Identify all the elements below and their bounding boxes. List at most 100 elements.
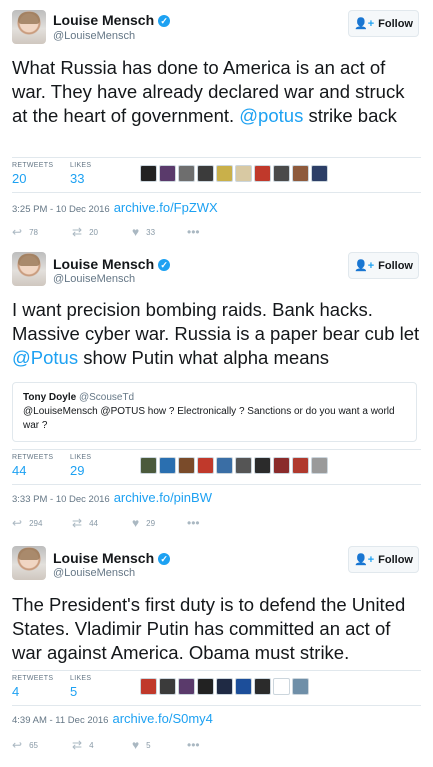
follow-user-icon: 👤+	[354, 260, 375, 272]
like-button[interactable]: ♥ 29	[132, 516, 155, 530]
liker-avatar[interactable]	[140, 457, 157, 474]
mention-link[interactable]: @Potus	[12, 347, 78, 368]
retweet-icon: ⇄	[72, 516, 83, 530]
reply-button[interactable]: ↩ 294	[12, 516, 42, 530]
more-button[interactable]: •••	[187, 225, 200, 239]
liker-avatar[interactable]	[159, 165, 176, 182]
avatar[interactable]	[12, 10, 46, 44]
avatar[interactable]	[12, 252, 46, 286]
verified-icon: ✓	[158, 259, 171, 271]
liker-avatar[interactable]	[273, 165, 290, 182]
liker-avatar[interactable]	[178, 165, 195, 182]
liker-avatar[interactable]	[216, 678, 233, 695]
more-button[interactable]: •••	[187, 516, 200, 530]
liker-avatar[interactable]	[197, 165, 214, 182]
liker-avatars	[140, 678, 309, 698]
liker-avatars	[140, 457, 328, 477]
retweet-button[interactable]: ⇄ 20	[72, 225, 98, 239]
author-name[interactable]: Louise Mensch ✓	[53, 12, 171, 28]
liker-avatar[interactable]	[159, 457, 176, 474]
archive-link[interactable]: archive.fo/pinBW	[114, 490, 212, 505]
liker-avatar[interactable]	[311, 165, 328, 182]
liker-avatar[interactable]	[178, 678, 195, 695]
tweet-actions: ↩ 294 ⇄ 44 ♥ 29 •••	[12, 516, 272, 530]
follow-button[interactable]: 👤+ Follow	[348, 10, 419, 37]
follow-user-icon: 👤+	[354, 18, 375, 30]
liker-avatar[interactable]	[235, 678, 252, 695]
reply-button[interactable]: ↩ 78	[12, 225, 38, 239]
author-handle[interactable]: @LouiseMensch	[53, 30, 135, 42]
heart-icon: ♥	[132, 225, 140, 239]
liker-avatar[interactable]	[292, 457, 309, 474]
retweet-count[interactable]: RETWEETS 44	[12, 454, 53, 478]
liker-avatar[interactable]	[273, 678, 290, 695]
liker-avatar[interactable]	[159, 678, 176, 695]
quoted-tweet-text: @LouiseMensch @POTUS how ? Electronicall…	[23, 406, 395, 431]
verified-icon: ✓	[158, 553, 171, 565]
retweet-button[interactable]: ⇄ 4	[72, 738, 94, 752]
tweet-text: I want precision bombing raids. Bank hac…	[12, 299, 420, 368]
tweet-actions: ↩ 78 ⇄ 20 ♥ 33 •••	[12, 225, 272, 239]
liker-avatar[interactable]	[311, 457, 328, 474]
like-count[interactable]: LIKES 5	[70, 675, 91, 699]
liker-avatar[interactable]	[254, 165, 271, 182]
reply-icon: ↩	[12, 738, 23, 752]
heart-icon: ♥	[132, 738, 140, 752]
liker-avatar[interactable]	[292, 678, 309, 695]
more-button[interactable]: •••	[187, 738, 200, 752]
reply-icon: ↩	[12, 516, 23, 530]
verified-icon: ✓	[158, 15, 171, 27]
liker-avatars	[140, 165, 328, 185]
timestamp[interactable]: 4:39 AM - 11 Dec 2016 archive.fo/S0my4	[12, 711, 213, 726]
avatar[interactable]	[12, 546, 46, 580]
author-name[interactable]: Louise Mensch ✓	[53, 550, 171, 566]
liker-avatar[interactable]	[292, 165, 309, 182]
author-handle[interactable]: @LouiseMensch	[53, 273, 135, 285]
tweet-actions: ↩ 65 ⇄ 4 ♥ 5 •••	[12, 738, 272, 752]
follow-user-icon: 👤+	[354, 554, 375, 566]
liker-avatar[interactable]	[254, 457, 271, 474]
more-icon: •••	[187, 225, 200, 239]
engagement-stats: RETWEETS 20 LIKES 33	[12, 157, 421, 193]
like-button[interactable]: ♥ 33	[132, 225, 155, 239]
liker-avatar[interactable]	[197, 678, 214, 695]
liker-avatar[interactable]	[235, 165, 252, 182]
reply-icon: ↩	[12, 225, 23, 239]
tweet-text: What Russia has done to America is an ac…	[12, 57, 405, 126]
author-handle[interactable]: @LouiseMensch	[53, 567, 135, 579]
reply-button[interactable]: ↩ 65	[12, 738, 38, 752]
liker-avatar[interactable]	[140, 678, 157, 695]
more-icon: •••	[187, 738, 200, 752]
timestamp[interactable]: 3:33 PM - 10 Dec 2016 archive.fo/pinBW	[12, 490, 212, 505]
archive-link[interactable]: archive.fo/FpZWX	[114, 200, 218, 215]
liker-avatar[interactable]	[273, 457, 290, 474]
archive-link[interactable]: archive.fo/S0my4	[112, 711, 212, 726]
liker-avatar[interactable]	[254, 678, 271, 695]
retweet-count[interactable]: RETWEETS 4	[12, 675, 53, 699]
liker-avatar[interactable]	[140, 165, 157, 182]
engagement-stats: RETWEETS 44 LIKES 29	[12, 449, 421, 485]
liker-avatar[interactable]	[197, 457, 214, 474]
quoted-tweet[interactable]: Tony Doyle @ScouseTd @LouiseMensch @POTU…	[12, 382, 417, 442]
follow-button[interactable]: 👤+ Follow	[348, 252, 419, 279]
like-count[interactable]: LIKES 33	[70, 162, 91, 186]
follow-button[interactable]: 👤+ Follow	[348, 546, 419, 573]
like-count[interactable]: LIKES 29	[70, 454, 91, 478]
like-button[interactable]: ♥ 5	[132, 738, 151, 752]
tweet-text: The President's first duty is to defend …	[12, 594, 406, 663]
liker-avatar[interactable]	[216, 457, 233, 474]
retweet-count[interactable]: RETWEETS 20	[12, 162, 53, 186]
liker-avatar[interactable]	[178, 457, 195, 474]
engagement-stats: RETWEETS 4 LIKES 5	[12, 670, 421, 706]
quoted-author-name: Tony Doyle	[23, 392, 77, 403]
retweet-icon: ⇄	[72, 738, 83, 752]
liker-avatar[interactable]	[235, 457, 252, 474]
author-name[interactable]: Louise Mensch ✓	[53, 256, 171, 272]
more-icon: •••	[187, 516, 200, 530]
timestamp[interactable]: 3:25 PM - 10 Dec 2016 archive.fo/FpZWX	[12, 200, 218, 215]
retweet-icon: ⇄	[72, 225, 83, 239]
mention-link[interactable]: @potus	[239, 105, 303, 126]
liker-avatar[interactable]	[216, 165, 233, 182]
quoted-author-handle: @ScouseTd	[78, 392, 135, 403]
retweet-button[interactable]: ⇄ 44	[72, 516, 98, 530]
